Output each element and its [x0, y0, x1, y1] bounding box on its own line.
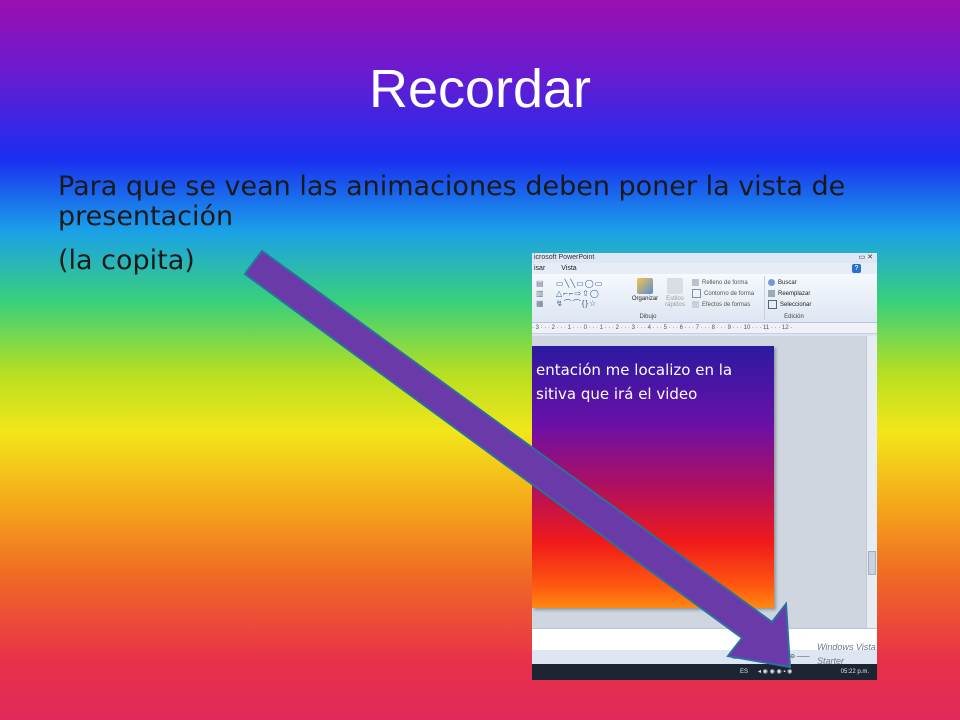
window-title: icrosoft PowerPoint	[534, 254, 595, 261]
ruler: · 3 · · · 2 · · · 1 · · · 0 · · · 1 · · …	[532, 323, 877, 334]
organize-icon	[637, 278, 653, 294]
window-titlebar: icrosoft PowerPoint ▭ ✕	[532, 253, 877, 263]
quick-styles-icon	[667, 278, 683, 294]
quick-styles-button[interactable]: Estilos rápidos	[662, 278, 688, 308]
body-paragraph-1: Para que se vean las animaciones deben p…	[58, 171, 846, 232]
slide-canvas: entación me localizo en la sitiva que ir…	[532, 336, 877, 628]
language-indicator[interactable]: ES	[740, 664, 748, 680]
zoom-level[interactable]: 71%	[774, 650, 786, 664]
view-buttons-icon[interactable]: ▣ ▦ ▤ ▭	[732, 650, 760, 664]
editing-group-label: Edición	[784, 314, 804, 320]
tab-vista[interactable]: Vista	[561, 265, 576, 272]
vertical-scrollbar[interactable]	[866, 336, 877, 628]
shape-effects-button[interactable]: Efectos de formas	[692, 300, 750, 311]
zoom-slider[interactable]: ⊖ ───	[790, 650, 809, 664]
replace-button[interactable]: Reemplazar	[768, 289, 810, 300]
taskbar-clock[interactable]: 05:22 p.m.	[841, 664, 869, 680]
drawing-group: ▤ ▥ ▦ ▭╲╲▭◯▭ △⌐⌐⇨⇧◯ ↯⌒⌒{}☆ Organizar Estilos…	[532, 276, 765, 320]
status-bar: ▣ ▦ ▤ ▭ 71% ⊖ ─── Windows Vista Starter	[532, 642, 877, 666]
help-icon[interactable]: ?	[852, 264, 861, 273]
ribbon: ▤ ▥ ▦ ▭╲╲▭◯▭ △⌐⌐⇨⇧◯ ↯⌒⌒{}☆ Organizar Estilos…	[532, 274, 877, 323]
shapes-gallery[interactable]: ▭╲╲▭◯▭ △⌐⌐⇨⇧◯ ↯⌒⌒{}☆	[556, 279, 624, 309]
shape-outline-button[interactable]: Contorno de forma	[692, 289, 754, 300]
tab-revisar[interactable]: isar	[534, 265, 545, 272]
taskbar: ES ◂ ◉ ◉ ◉ ▪ ◉ 05:22 p.m.	[532, 664, 877, 680]
slide-preview-line-2: sitiva que irá el video	[536, 385, 698, 403]
slide-preview-text: entación me localizo en la sitiva que ir…	[536, 358, 732, 406]
organize-button[interactable]: Organizar	[630, 278, 660, 302]
window-controls-icon[interactable]: ▭ ✕	[859, 253, 873, 263]
select-button[interactable]: Seleccionar	[768, 300, 811, 311]
layout-icons[interactable]: ▤ ▥ ▦	[536, 279, 550, 309]
ribbon-tabs: isar Vista ?	[532, 263, 877, 274]
slide-title: Recordar	[368, 59, 592, 119]
drawing-group-label: Dibujo	[639, 314, 657, 320]
tray-icons[interactable]: ◂ ◉ ◉ ◉ ▪ ◉	[758, 664, 792, 680]
editing-group: Buscar Reemplazar Seleccionar Edición	[766, 276, 822, 320]
powerpoint-screenshot: icrosoft PowerPoint ▭ ✕ isar Vista ? ▤ ▥ ▦…	[532, 253, 877, 680]
scrollbar-thumb[interactable]	[868, 551, 876, 575]
slide-preview[interactable]: entación me localizo en la sitiva que ir…	[532, 346, 774, 608]
slide-preview-line-1: entación me localizo en la	[536, 361, 733, 379]
find-button[interactable]: Buscar	[768, 278, 797, 289]
shape-fill-button[interactable]: Relleno de forma	[692, 278, 748, 289]
